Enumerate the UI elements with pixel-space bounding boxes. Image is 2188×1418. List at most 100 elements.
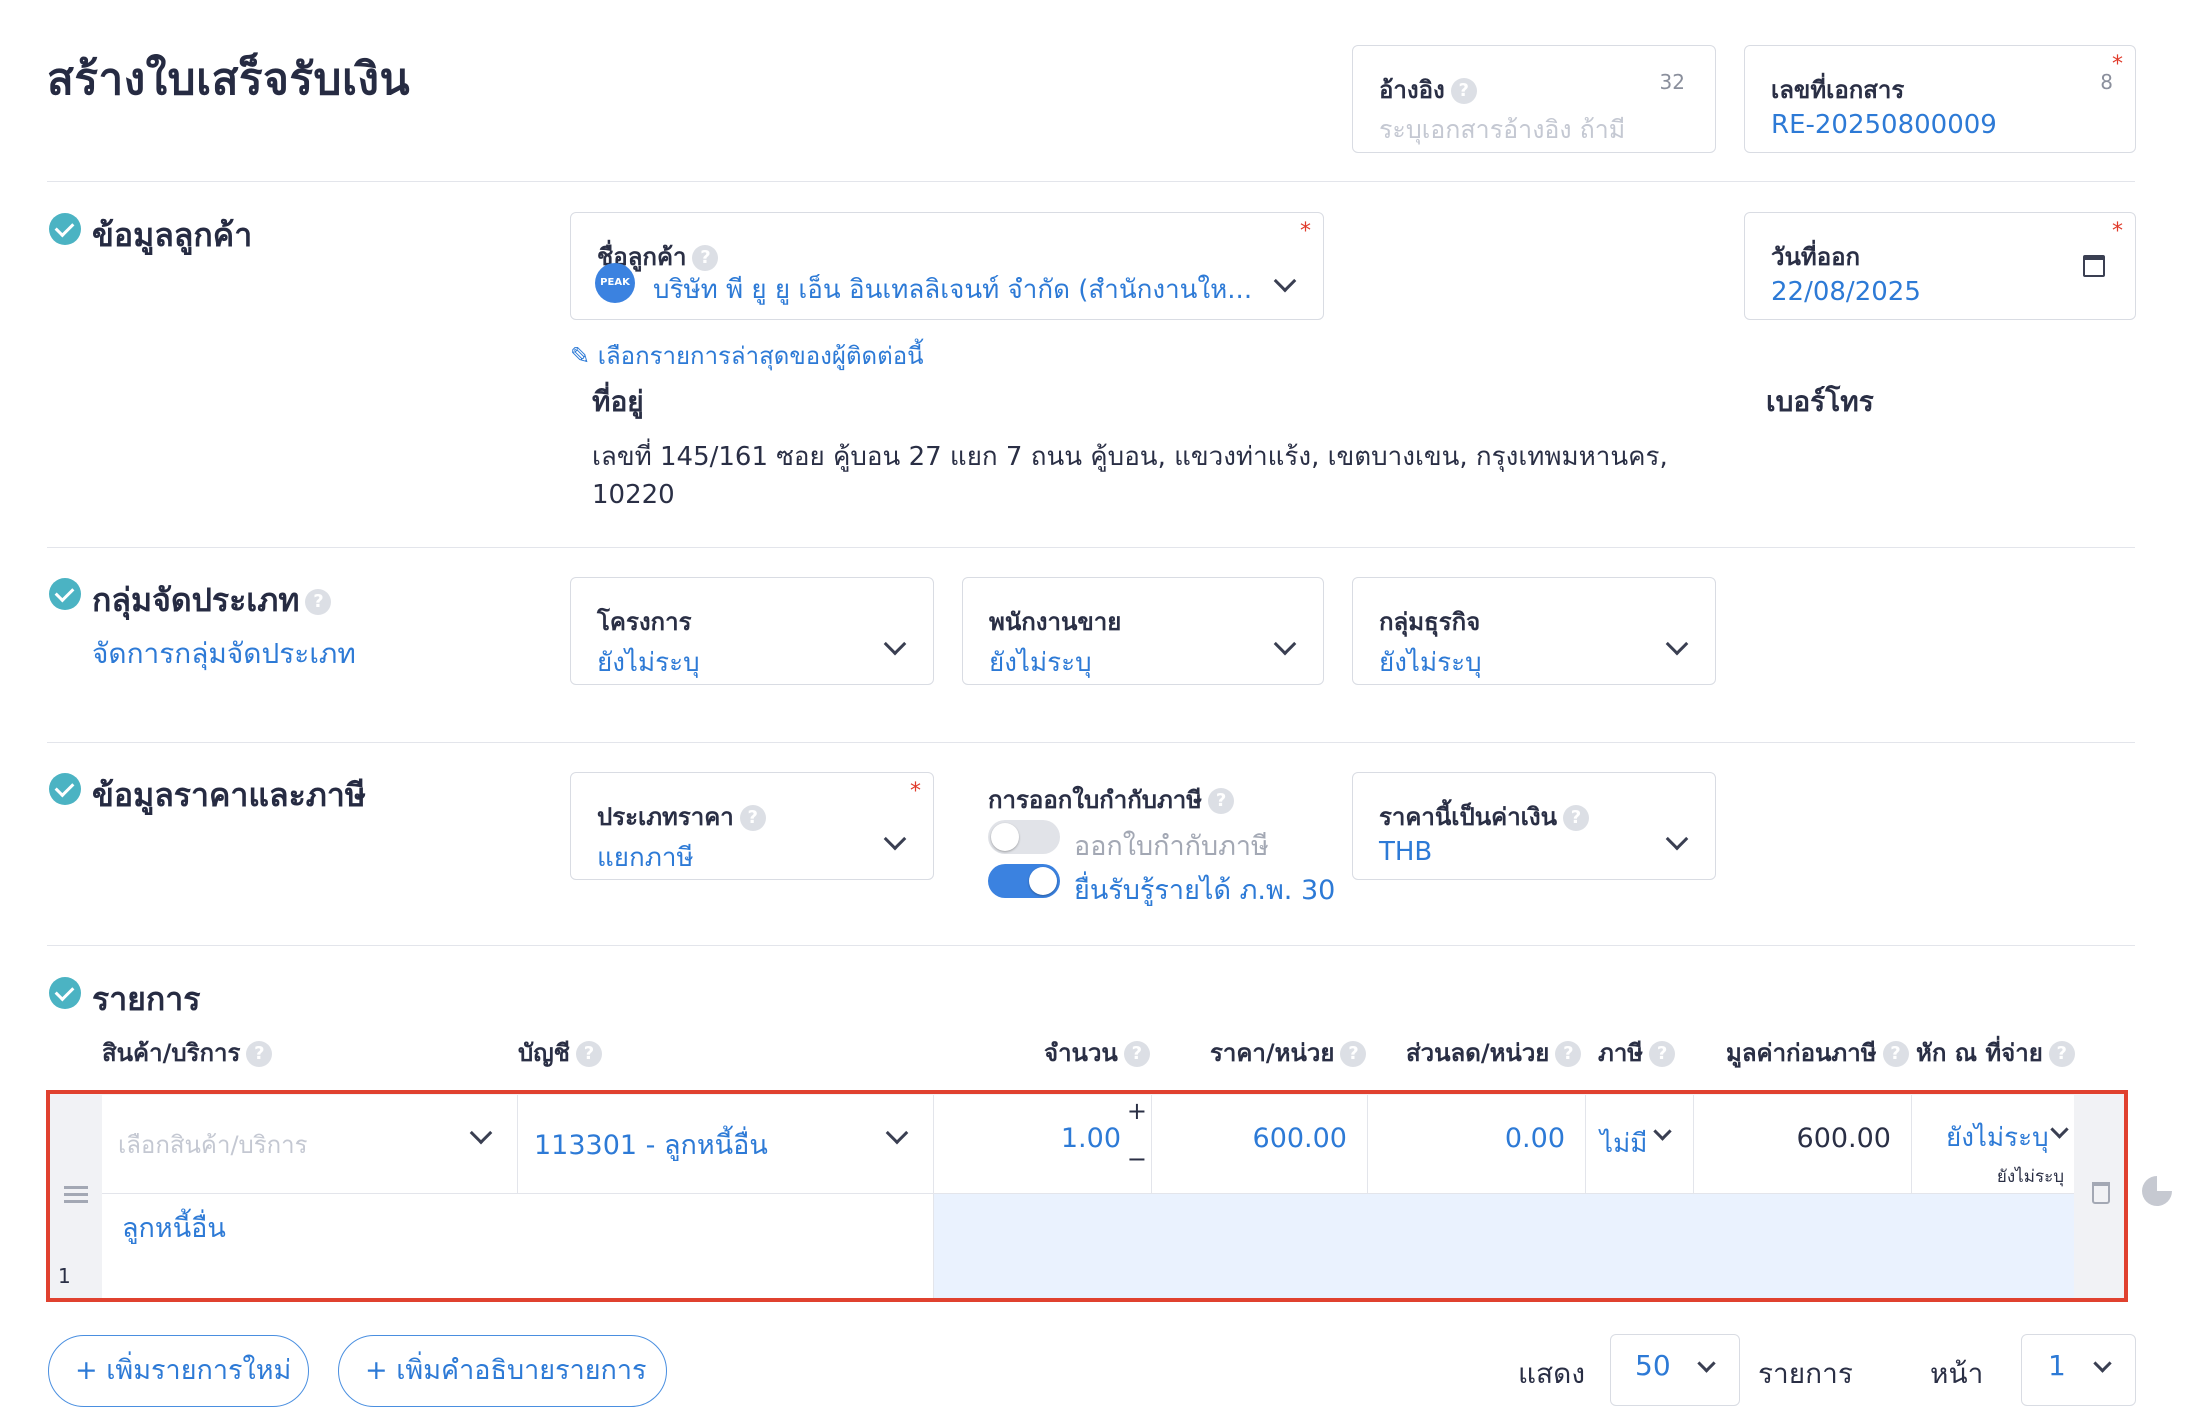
- divider: [47, 945, 2135, 946]
- qty-input[interactable]: 1.00 + −: [934, 1095, 1152, 1193]
- discount-input[interactable]: 0.00: [1368, 1095, 1586, 1193]
- col-pretax: มูลค่าก่อนภาษี: [1726, 1039, 1877, 1067]
- help-icon: ?: [1563, 805, 1590, 831]
- col-account: บัญชี: [518, 1039, 570, 1067]
- pretax-value: 600.00: [1796, 1123, 1891, 1154]
- price-type-label: ประเภทราคา: [597, 803, 734, 831]
- wht-select[interactable]: ยังไม่ระบุ ยังไม่ระบุ: [1912, 1095, 2074, 1193]
- issue-date-label: วันที่ออก: [1771, 243, 1861, 271]
- section-customer-title: ข้อมูลลูกค้า: [92, 216, 253, 254]
- account-value: 113301 - ลูกหนี้อื่น: [534, 1130, 768, 1161]
- doc-number-value: RE-20250800009: [1771, 110, 1997, 140]
- tax-invoice-toggle[interactable]: [988, 820, 1060, 854]
- chevron-down-icon: [2093, 1354, 2112, 1373]
- help-icon: ?: [1450, 78, 1477, 104]
- price-input[interactable]: 600.00: [1152, 1095, 1368, 1193]
- customer-name-value: บริษัท พี ยู ยู เอ็น อินเทลลิเจนท์ จำกัด…: [653, 275, 1253, 305]
- magic-wand-icon: ✎: [570, 342, 591, 370]
- col-discount: ส่วนลด/หน่วย: [1406, 1039, 1550, 1067]
- drag-handle[interactable]: 1: [50, 1094, 102, 1298]
- col-wht: หัก ณ ที่จ่าย: [1916, 1039, 2043, 1067]
- product-select[interactable]: เลือกสินค้า/บริการ: [102, 1095, 518, 1193]
- doc-number-counter: 8: [2100, 70, 2113, 94]
- currency-value: THB: [1379, 837, 1433, 867]
- address-line1: เลขที่ 145/161 ซอย คู้บอน 27 แยก 7 ถนน ค…: [592, 442, 1668, 472]
- product-placeholder: เลือกสินค้า/บริการ: [118, 1131, 308, 1159]
- recent-items-link[interactable]: ✎ เลือกรายการล่าสุดของผู้ติดต่อนี้: [570, 336, 924, 375]
- help-icon: ?: [692, 245, 719, 271]
- per-page-select[interactable]: 50: [1610, 1334, 1740, 1406]
- salesperson-value: ยังไม่ระบุ: [989, 648, 1092, 678]
- pretax-value-cell: 600.00: [1694, 1095, 1912, 1193]
- price-type-select[interactable]: * ประเภทราคา? แยกภาษี: [570, 772, 934, 880]
- row-index: 1: [58, 1264, 71, 1288]
- manage-classification-link[interactable]: จัดการกลุ่มจัดประเภท: [92, 632, 356, 676]
- reference-placeholder: ระบุเอกสารอ้างอิง ถ้ามี: [1379, 115, 1626, 144]
- pie-chart-icon[interactable]: [2142, 1176, 2172, 1206]
- page-label: หน้า: [1930, 1357, 1984, 1390]
- check-icon: [49, 977, 81, 1009]
- help-icon: ?: [1340, 1041, 1367, 1067]
- price-value: 600.00: [1252, 1123, 1347, 1154]
- page-select[interactable]: 1: [2021, 1334, 2136, 1406]
- wht-sub-value: ยังไม่ระบุ: [1996, 1167, 2064, 1187]
- help-icon: ?: [575, 1041, 602, 1067]
- revenue-recognition-toggle[interactable]: [988, 864, 1060, 898]
- page-value: 1: [2048, 1349, 2066, 1382]
- divider: [47, 547, 2135, 548]
- doc-number-field[interactable]: * เลขที่เอกสาร 8 RE-20250800009: [1744, 45, 2136, 153]
- add-description-button[interactable]: + เพิ่มคำอธิบายรายการ: [338, 1335, 667, 1407]
- address-label: ที่อยู่: [592, 385, 644, 418]
- col-tax: ภาษี: [1598, 1039, 1644, 1067]
- decrement-icon[interactable]: −: [1127, 1145, 1147, 1173]
- calendar-icon[interactable]: [2083, 255, 2105, 277]
- chevron-down-icon: [1653, 1122, 1672, 1141]
- col-product: สินค้า/บริการ: [102, 1039, 241, 1067]
- doc-number-label: เลขที่เอกสาร: [1771, 76, 1905, 104]
- check-icon: [49, 578, 81, 610]
- wht-value: ยังไม่ระบุ: [1946, 1123, 2049, 1153]
- chevron-down-icon: [1665, 827, 1689, 851]
- account-select[interactable]: 113301 - ลูกหนี้อื่น: [518, 1095, 934, 1193]
- salesperson-label: พนักงานขาย: [989, 608, 1122, 636]
- qty-value: 1.00: [1060, 1123, 1121, 1154]
- chevron-down-icon: [1273, 632, 1297, 656]
- add-item-button[interactable]: + เพิ่มรายการใหม่: [48, 1335, 309, 1407]
- required-mark: *: [1300, 219, 1311, 244]
- revenue-recognition-toggle-label: ยื่นรับรู้รายได้ ภ.พ. 30: [1074, 875, 1336, 906]
- chevron-down-icon: [885, 1121, 909, 1145]
- col-price: ราคา/หน่วย: [1210, 1039, 1335, 1067]
- help-icon: ?: [1123, 1041, 1150, 1067]
- show-label: แสดง: [1518, 1357, 1585, 1390]
- customer-select[interactable]: * ชื่อลูกค้า? PEAK บริษัท พี ยู ยู เอ็น …: [570, 212, 1324, 320]
- trash-icon[interactable]: [2092, 1182, 2110, 1204]
- required-mark: *: [2112, 52, 2123, 77]
- help-icon: ?: [246, 1041, 273, 1067]
- currency-select[interactable]: ราคานี้เป็นค่าเงิน? THB: [1352, 772, 1716, 880]
- per-page-value: 50: [1635, 1349, 1671, 1382]
- tax-select[interactable]: ไม่มี: [1586, 1095, 1694, 1193]
- chevron-down-icon: [469, 1121, 493, 1145]
- chevron-down-icon: [1665, 632, 1689, 656]
- reference-field[interactable]: อ้างอิง? 32 ระบุเอกสารอ้างอิง ถ้ามี: [1352, 45, 1716, 153]
- description-input[interactable]: ลูกหนี้อื่น: [102, 1193, 934, 1298]
- business-group-label: กลุ่มธุรกิจ: [1379, 608, 1481, 636]
- help-icon: ?: [1882, 1041, 1909, 1067]
- recent-items-label: เลือกรายการล่าสุดของผู้ติดต่อนี้: [597, 342, 924, 370]
- increment-icon[interactable]: +: [1127, 1097, 1147, 1125]
- drag-icon: [64, 1186, 88, 1189]
- business-group-select[interactable]: กลุ่มธุรกิจ ยังไม่ระบุ: [1352, 577, 1716, 685]
- tax-value: ไม่มี: [1600, 1129, 1648, 1159]
- section-classification-title: กลุ่มจัดประเภท: [92, 581, 300, 619]
- issue-date-value: 22/08/2025: [1771, 277, 1921, 307]
- section-items-title: รายการ: [92, 980, 201, 1018]
- divider: [47, 181, 2135, 182]
- project-select[interactable]: โครงการ ยังไม่ระบุ: [570, 577, 934, 685]
- chevron-down-icon: [2050, 1120, 2069, 1139]
- section-pricing-title: ข้อมูลราคาและภาษี: [92, 776, 366, 814]
- page-title: สร้างใบเสร็จรับเงิน: [47, 54, 411, 105]
- salesperson-select[interactable]: พนักงานขาย ยังไม่ระบุ: [962, 577, 1324, 685]
- issue-date-field[interactable]: * วันที่ออก 22/08/2025: [1744, 212, 2136, 320]
- items-label: รายการ: [1758, 1357, 1853, 1390]
- help-icon: ?: [1649, 1041, 1676, 1067]
